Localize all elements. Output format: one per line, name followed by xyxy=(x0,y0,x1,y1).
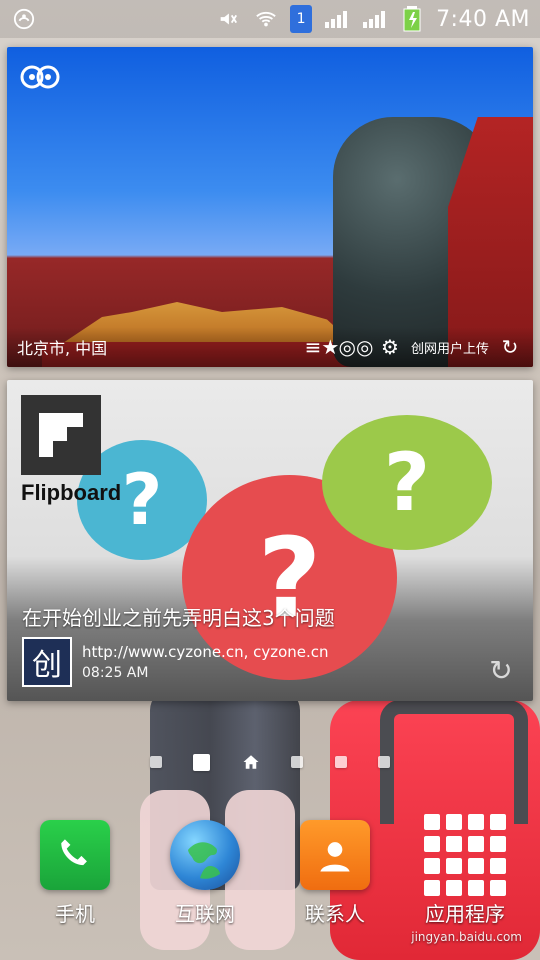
uploader-label: 创网用户上传 xyxy=(410,341,489,357)
tripadvisor-logo-icon xyxy=(19,61,61,91)
status-left xyxy=(10,5,38,33)
phone-icon[interactable] xyxy=(40,820,110,890)
status-right: 1 7:40 AM xyxy=(214,5,530,33)
refresh-icon[interactable]: ↻ xyxy=(497,334,523,360)
sim-number: 1 xyxy=(296,11,306,27)
apps-icon[interactable] xyxy=(424,814,506,896)
wifi-icon xyxy=(252,5,280,33)
apps-grid xyxy=(424,814,506,896)
watermark-domain: jingyan.baidu.com xyxy=(411,930,522,944)
flipboard-logo-icon xyxy=(21,395,101,475)
internet-label: 互联网 xyxy=(175,902,235,926)
page-dot-6[interactable] xyxy=(377,756,390,768)
page-indicator[interactable] xyxy=(150,752,390,772)
notification-icon xyxy=(10,5,38,33)
page-dot-5[interactable] xyxy=(334,756,347,768)
source-avatar-char: 创 xyxy=(32,648,62,683)
flipboard-headline[interactable]: 在开始创业之前先弄明白这3个问题 xyxy=(22,602,453,631)
flipboard-widget[interactable]: ? ? ? Flipboard 在开始创业之前先弄明白这3个问题 创 http:… xyxy=(7,380,533,701)
location-label: 北京市, 中国 xyxy=(17,339,108,358)
dock-item-contacts[interactable]: 联系人 xyxy=(280,820,390,927)
gear-icon[interactable]: ⚙ xyxy=(377,334,403,360)
status-bar: 1 7:40 AM xyxy=(0,0,540,38)
dock-item-phone[interactable]: 手机 xyxy=(20,820,130,927)
list-star-icon[interactable]: ≡★ xyxy=(305,334,340,360)
status-time: 7:40 AM xyxy=(436,6,530,32)
owl-eyes-icon[interactable]: ◎◎ xyxy=(339,334,374,360)
question-bubble-green: ? xyxy=(322,415,492,550)
watermark: jingyan.baidu.com xyxy=(380,900,530,950)
page-dot-2-active[interactable] xyxy=(193,753,211,771)
battery-charging-icon xyxy=(398,5,426,33)
contacts-icon[interactable] xyxy=(300,820,370,890)
signal-icon-2 xyxy=(360,5,388,33)
globe-icon[interactable] xyxy=(170,820,240,890)
tripadvisor-widget[interactable]: 北京市, 中国 ≡★ ◎◎ ⚙ 创网用户上传 ↻ xyxy=(7,47,533,367)
sim-badge-icon: 1 xyxy=(290,5,313,33)
source-time: 08:25 AM xyxy=(82,665,149,681)
flipboard-logo-mark xyxy=(39,413,83,457)
tripadvisor-bottom-bar: 北京市, 中国 ≡★ ◎◎ ⚙ 创网用户上传 ↻ xyxy=(7,327,533,367)
wallpaper-suitcase-handle xyxy=(380,700,528,824)
phone-label: 手机 xyxy=(55,902,95,926)
page-dot-4[interactable] xyxy=(291,756,304,768)
flipboard-source[interactable]: 创 http://www.cyzone.cn, cyzone.cn 08:25 … xyxy=(22,637,523,687)
flipboard-refresh-icon[interactable]: ↻ xyxy=(481,650,521,690)
mute-icon xyxy=(214,5,242,33)
dock-item-internet[interactable]: 互联网 xyxy=(150,820,260,927)
home-page-icon[interactable] xyxy=(242,753,260,771)
contacts-label: 联系人 xyxy=(305,902,365,926)
flipboard-brand: Flipboard xyxy=(21,480,122,505)
source-url: http://www.cyzone.cn, cyzone.cn xyxy=(82,643,329,661)
source-text: http://www.cyzone.cn, cyzone.cn 08:25 AM xyxy=(82,643,329,681)
page-dot-1[interactable] xyxy=(150,756,162,768)
tripadvisor-actions: ≡★ ◎◎ ⚙ 创网用户上传 ↻ xyxy=(305,334,523,360)
signal-icon xyxy=(322,5,350,33)
source-avatar: 创 xyxy=(22,637,72,687)
